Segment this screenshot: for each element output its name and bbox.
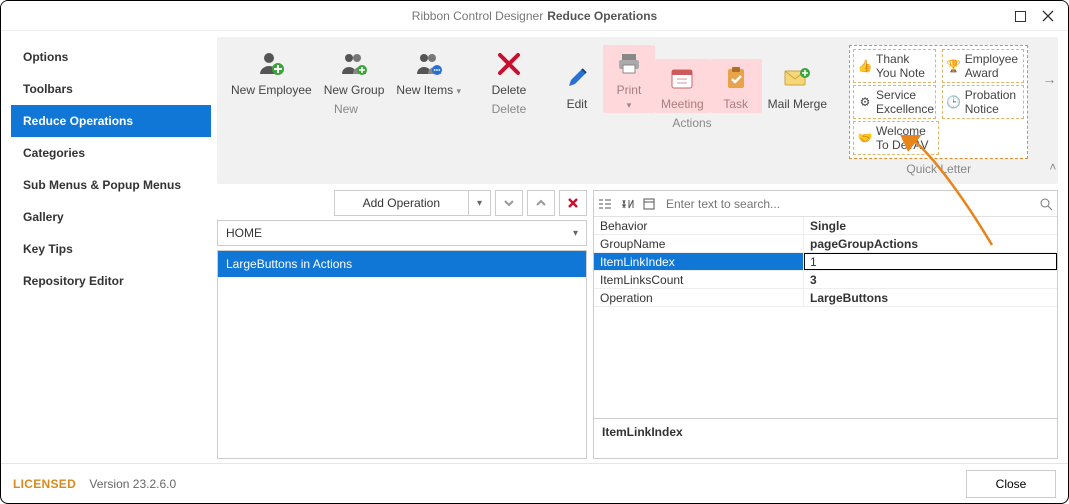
ribbon-designer-window: Ribbon Control Designer Reduce Operation… [0,0,1069,504]
sidebar-item-toolbars[interactable]: Toolbars [11,73,211,105]
title-bold: Reduce Operations [547,9,657,23]
collapse-ribbon-button[interactable]: ˄ [1049,160,1056,174]
gear-icon: ⚙ [858,95,872,109]
new-group-button[interactable]: New Group [318,45,391,99]
prop-row-itemlinkindex[interactable]: ItemLinkIndex1 [594,253,1057,271]
search-icon[interactable] [1035,191,1057,216]
group-label-actions: Actions [547,113,837,134]
sidebar-item-repository[interactable]: Repository Editor [11,265,211,297]
sidebar-item-options[interactable]: Options [11,41,211,73]
printer-icon [614,49,644,79]
content-area: New Employee New Group [217,37,1058,459]
ribbon-group-delete: Delete Delete [479,41,539,180]
footer: LICENSED Version 23.2.6.0 Close [1,463,1068,503]
operations-toolbar: Add Operation ▾ [217,190,587,216]
version-label: Version 23.2.6.0 [89,477,176,491]
window-buttons [1006,1,1062,31]
ribbon-preview: New Employee New Group [217,37,1058,184]
pencil-icon [562,63,592,93]
group-label-quick-letter: Quick Letter [845,159,1032,180]
list-item[interactable]: LargeButtons in Actions [218,251,586,277]
sidebar-item-submenus[interactable]: Sub Menus & Popup Menus [11,169,211,201]
prop-row-behavior[interactable]: BehaviorSingle [594,217,1057,235]
task-button[interactable]: Task [710,59,762,113]
property-rows: BehaviorSingle GroupNamepageGroupActions… [594,217,1057,418]
alphabetical-button[interactable] [616,191,638,216]
delete-button[interactable]: Delete [483,45,535,99]
ribbon-row: New Employee New Group [217,37,1058,184]
license-status: LICENSED [13,477,76,491]
print-button[interactable]: Print▾ [603,45,655,113]
ribbon-right-controls: → ˄ [1032,41,1058,180]
meeting-button[interactable]: Meeting [655,59,710,113]
maximize-button[interactable] [1006,2,1034,30]
add-operation-dropdown[interactable]: Add Operation ▾ [334,190,491,216]
handshake-icon: 🤝 [858,131,872,145]
sidebar-item-keytips[interactable]: Key Tips [11,233,211,265]
new-items-button[interactable]: New Items ▾ [390,45,467,99]
x-red-icon [494,49,524,79]
group-chat-icon [414,49,444,79]
thumbs-up-icon: 👍 [858,59,872,73]
chevron-down-icon: ▾ [456,86,461,96]
move-up-button[interactable] [527,190,555,216]
sidebar-item-reduce-operations[interactable]: Reduce Operations [11,105,211,137]
clipboard-check-icon [721,63,751,93]
property-grid-toolbar [594,191,1057,217]
sidebar-item-categories[interactable]: Categories [11,137,211,169]
quick-letter-gallery[interactable]: 👍Thank You Note 🏆Employee Award ⚙Service… [849,45,1028,159]
chevron-down-icon: ▾ [468,191,490,215]
move-down-button[interactable] [495,190,523,216]
title-prefix: Ribbon Control Designer [412,9,543,23]
categorize-button[interactable] [594,191,616,216]
prop-row-groupname[interactable]: GroupNamepageGroupActions [594,235,1057,253]
property-description: ItemLinkIndex [594,418,1057,458]
mail-merge-button[interactable]: Mail Merge [762,59,833,113]
group-plus-icon [339,49,369,79]
group-label-delete: Delete [479,99,539,120]
new-employee-button[interactable]: New Employee [225,45,318,99]
ql-service[interactable]: ⚙Service Excellence [853,85,936,119]
prop-row-operation[interactable]: OperationLargeButtons [594,289,1057,307]
close-button[interactable]: Close [966,470,1056,498]
sidebar: Options Toolbars Reduce Operations Categ… [11,37,211,459]
prop-row-itemlinkscount[interactable]: ItemLinksCount3 [594,271,1057,289]
lower-row: Add Operation ▾ HOME ▾ LargeButtons in A… [217,190,1058,459]
ql-probation[interactable]: 🕒Probation Notice [942,85,1025,119]
ql-award[interactable]: 🏆Employee Award [942,49,1025,83]
property-grid: BehaviorSingle GroupNamepageGroupActions… [593,190,1058,459]
search-input[interactable] [660,191,1035,216]
ribbon-group-quick-letter: 👍Thank You Note 🏆Employee Award ⚙Service… [845,41,1032,180]
sidebar-item-gallery[interactable]: Gallery [11,201,211,233]
ribbon-group-actions: Edit Print▾ Meeting [547,41,837,180]
edit-button[interactable]: Edit [551,59,603,113]
remove-operation-button[interactable] [559,190,587,216]
mail-plus-icon [782,63,812,93]
ql-welcome[interactable]: 🤝Welcome To DevAV [853,121,939,155]
group-label-new: New [221,99,471,120]
chevron-down-icon: ▾ [627,100,632,110]
title-bar: Ribbon Control Designer Reduce Operation… [1,1,1068,31]
ribbon-group-new: New Employee New Group [221,41,471,180]
close-window-button[interactable] [1034,2,1062,30]
operations-list[interactable]: LargeButtons in Actions [217,250,587,459]
scroll-right-button[interactable]: → [1042,71,1056,87]
calendar-icon [667,63,697,93]
property-pages-button[interactable] [638,191,660,216]
person-plus-icon [256,49,286,79]
main-area: Options Toolbars Reduce Operations Categ… [1,31,1068,463]
clock-icon: 🕒 [947,95,961,109]
trophy-icon: 🏆 [947,59,961,73]
ql-thank-you[interactable]: 👍Thank You Note [853,49,936,83]
chevron-down-icon: ▾ [573,228,578,239]
operations-column: Add Operation ▾ HOME ▾ LargeButtons in A… [217,190,587,459]
category-dropdown[interactable]: HOME ▾ [217,220,587,246]
